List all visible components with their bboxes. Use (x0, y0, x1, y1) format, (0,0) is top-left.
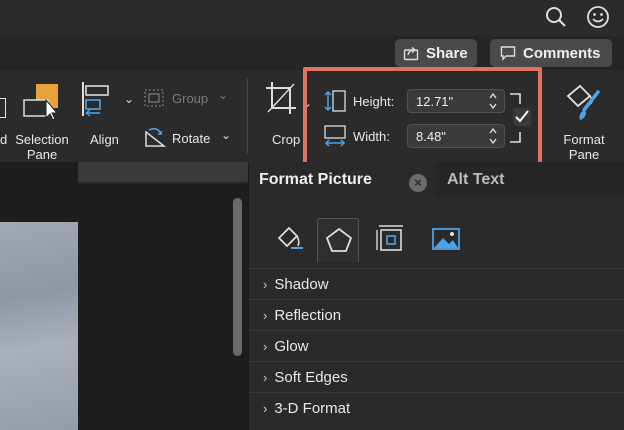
format-pane-button[interactable]: Format Pane (556, 78, 614, 162)
rotate-icon (145, 127, 167, 147)
chevron-right-icon: › (263, 308, 268, 323)
group-button[interactable]: Group ⌄ (143, 88, 229, 110)
group-icon (144, 89, 164, 107)
selection-pane-label-2: Pane (26, 147, 58, 162)
size-properties-tab[interactable] (371, 218, 413, 262)
format-pane-label-1: Format (563, 132, 605, 147)
top-bar (0, 0, 624, 36)
share-label: Share (426, 44, 468, 62)
section-3d-format[interactable]: › 3-D Format (249, 392, 624, 423)
fill-line-tab[interactable] (271, 218, 313, 262)
smiley-feedback-icon[interactable] (585, 4, 611, 30)
vertical-scrollbar[interactable] (233, 198, 242, 356)
tab-format-picture[interactable]: Format Picture × (249, 162, 435, 196)
group-label: Group (172, 91, 209, 106)
effects-tab[interactable] (317, 218, 359, 262)
section-glow[interactable]: › Glow (249, 330, 624, 361)
format-picture-panel: Format Picture × Alt Text › Shadow › Ref… (248, 162, 624, 430)
size-highlight-box (303, 67, 542, 167)
group-chevron-icon: ⌄ (218, 88, 229, 102)
share-bar: Share Comments (0, 36, 624, 70)
close-icon[interactable]: × (409, 174, 427, 192)
format-category-tabs (249, 210, 624, 266)
chevron-right-icon: › (263, 401, 268, 416)
ribbon-divider (247, 78, 248, 154)
comments-label: Comments (523, 44, 601, 62)
rotate-button[interactable]: Rotate ⌄ (143, 126, 233, 150)
cut-off-icon (0, 98, 6, 118)
pentagon-icon (325, 227, 353, 252)
tab-format-picture-label: Format Picture (259, 171, 372, 188)
section-reflection-label: Reflection (274, 307, 342, 324)
panel-tabs: Format Picture × Alt Text (249, 162, 624, 196)
effects-sections: › Shadow › Reflection › Glow › Soft Edges › 3… (249, 268, 624, 423)
horizontal-ruler (0, 162, 248, 184)
rotate-label: Rotate (172, 131, 211, 146)
comments-button[interactable]: Comments (490, 39, 612, 67)
selection-pane-button[interactable]: Selection Pane (10, 78, 76, 162)
align-icon (82, 82, 109, 117)
format-pane-icon (566, 84, 600, 120)
paint-bucket-icon (277, 226, 303, 249)
ruler-bar (78, 162, 248, 182)
align-label: Align (90, 132, 119, 147)
section-3d-format-label: 3-D Format (274, 400, 351, 417)
format-pane-label-2: Pane (568, 147, 600, 162)
comment-icon (500, 46, 516, 61)
section-shadow-label: Shadow (274, 276, 329, 293)
document-canvas (0, 184, 248, 430)
ruler-left-margin (0, 162, 78, 184)
selection-pane-label-1: Selection (15, 132, 69, 147)
crop-icon (266, 82, 296, 114)
share-icon (403, 46, 419, 61)
tab-alt-text[interactable]: Alt Text (447, 171, 504, 189)
share-button[interactable]: Share (395, 39, 477, 67)
section-reflection[interactable]: › Reflection (249, 299, 624, 330)
selection-pane-icon (23, 84, 59, 121)
section-shadow[interactable]: › Shadow (249, 268, 624, 299)
chevron-right-icon: › (263, 339, 268, 354)
chevron-right-icon: › (263, 370, 268, 385)
align-button[interactable]: ⌄ Align (80, 78, 136, 148)
chevron-right-icon: › (263, 277, 268, 292)
size-properties-icon (376, 225, 403, 251)
picture-tab[interactable] (425, 218, 467, 262)
crop-label: Crop (272, 132, 301, 147)
section-soft-edges-label: Soft Edges (274, 369, 348, 386)
section-soft-edges[interactable]: › Soft Edges (249, 361, 624, 392)
cut-off-label: d (0, 132, 8, 147)
section-glow-label: Glow (274, 338, 309, 355)
search-icon[interactable] (543, 4, 569, 30)
picture-icon (432, 228, 460, 250)
rotate-chevron-icon: ⌄ (221, 128, 232, 142)
align-chevron-icon: ⌄ (124, 92, 135, 106)
selected-picture[interactable] (0, 222, 78, 430)
